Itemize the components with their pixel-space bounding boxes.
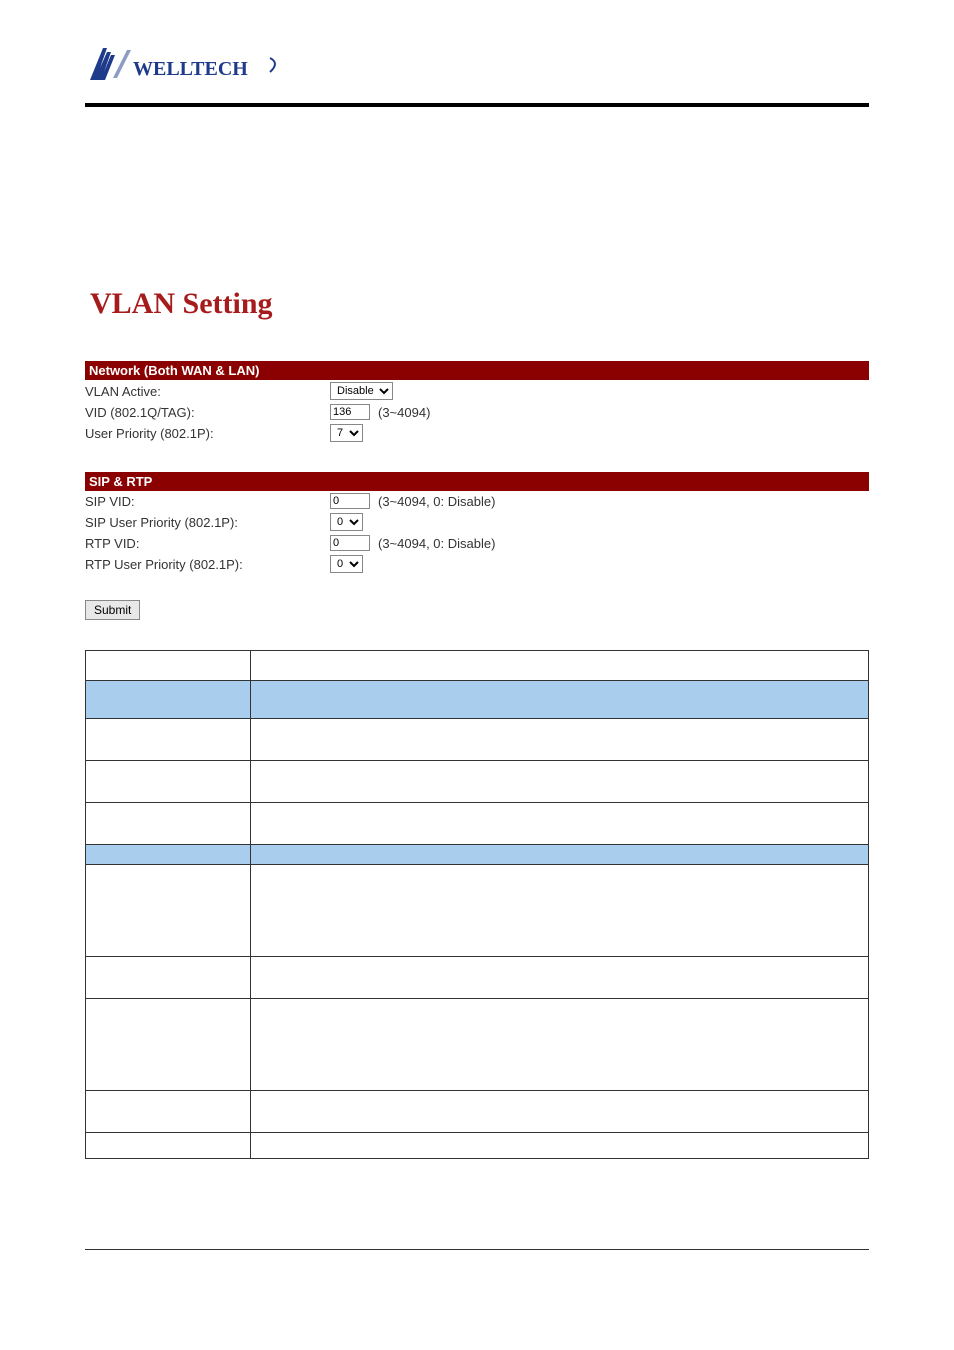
row-vlan-active: VLAN Active: Disable [85,380,869,402]
vid-label: VID (802.1Q/TAG): [85,405,330,420]
submit-button[interactable]: Submit [85,600,140,620]
row-user-priority: User Priority (802.1P): 7 [85,422,869,444]
vlan-active-select[interactable]: Disable [330,382,393,400]
page-title: VLAN Setting [90,287,869,321]
rtp-vid-label: RTP VID: [85,536,330,551]
rtp-vid-input[interactable] [330,535,370,551]
vid-input[interactable] [330,404,370,420]
sip-priority-select[interactable]: 0 [330,513,363,531]
user-priority-label: User Priority (802.1P): [85,426,330,441]
section-header-siprtp: SIP & RTP [85,472,869,491]
footer-rule [85,1249,869,1250]
sip-vid-label: SIP VID: [85,494,330,509]
rtp-priority-select[interactable]: 0 [330,555,363,573]
user-priority-select[interactable]: 7 [330,424,363,442]
vid-hint: (3~4094) [378,405,430,420]
row-rtp-vid: RTP VID: (3~4094, 0: Disable) [85,533,869,553]
vlan-active-label: VLAN Active: [85,384,330,399]
svg-text:WELLTECH: WELLTECH [133,58,248,80]
description-table [85,650,869,1159]
row-sip-vid: SIP VID: (3~4094, 0: Disable) [85,491,869,511]
row-rtp-priority: RTP User Priority (802.1P): 0 [85,553,869,575]
sip-priority-label: SIP User Priority (802.1P): [85,515,330,530]
rtp-priority-label: RTP User Priority (802.1P): [85,557,330,572]
sip-vid-hint: (3~4094, 0: Disable) [378,494,495,509]
sip-vid-input[interactable] [330,493,370,509]
header-rule [85,103,869,107]
section-header-network: Network (Both WAN & LAN) [85,361,869,380]
welltech-logo: WELLTECH [85,40,869,95]
row-vid: VID (802.1Q/TAG): (3~4094) [85,402,869,422]
rtp-vid-hint: (3~4094, 0: Disable) [378,536,495,551]
row-sip-priority: SIP User Priority (802.1P): 0 [85,511,869,533]
